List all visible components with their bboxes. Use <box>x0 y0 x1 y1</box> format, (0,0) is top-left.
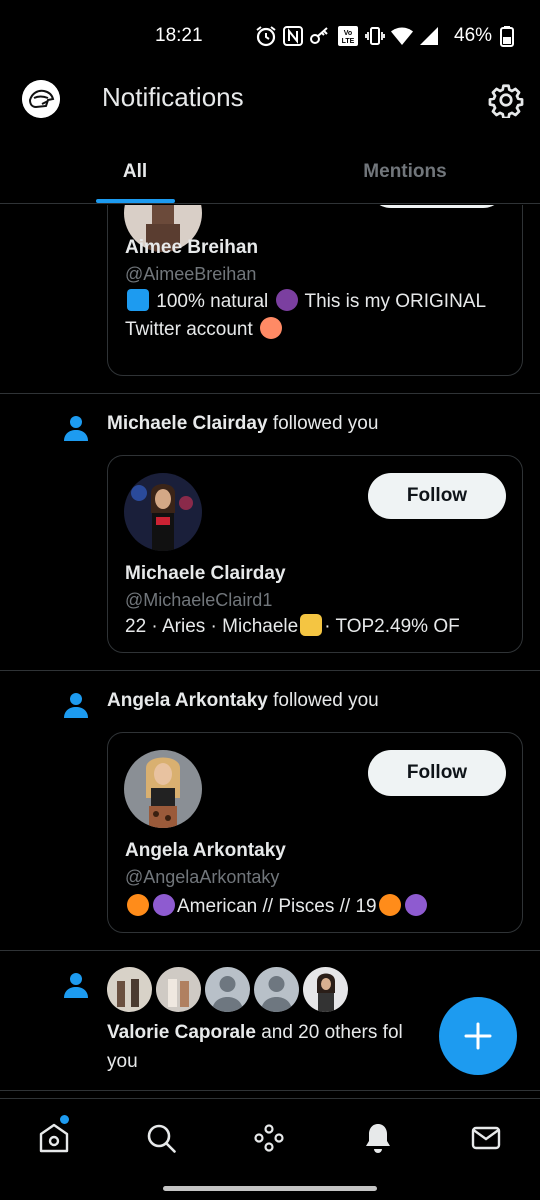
profile-avatar[interactable] <box>22 80 60 118</box>
page-title: Notifications <box>102 82 244 112</box>
user-card-angela[interactable]: Follow Angela Arkontaky @AngelaArkontaky… <box>107 732 523 933</box>
avatar-image <box>22 80 60 118</box>
follower-avatar[interactable] <box>156 967 201 1012</box>
actor-name[interactable]: Michaele Clairday <box>107 413 268 434</box>
user-name: Aimee Breihan <box>125 237 259 258</box>
peach-emoji-icon <box>260 317 283 339</box>
wave-emoji-icon <box>127 289 149 311</box>
user-handle: @AimeeBreihan <box>125 264 257 284</box>
mail-icon <box>471 1126 501 1150</box>
home-icon <box>39 1123 69 1153</box>
bell-icon <box>366 1124 390 1153</box>
eggplant-emoji-icon <box>275 289 298 311</box>
divider <box>0 950 540 951</box>
tab-all[interactable]: All <box>0 140 270 204</box>
follower-avatars <box>107 967 348 1012</box>
divider <box>0 393 540 394</box>
user-bio: 100% natural This is my ORIGINAL Twitter… <box>125 289 486 340</box>
devil-emoji-icon <box>404 894 427 916</box>
notification-text: Angela Arkontaky followed you <box>107 690 379 712</box>
notifications-feed[interactable]: Aimee Breihan @AimeeBreihan 100% natural… <box>0 205 540 1097</box>
tab-all-label: All <box>122 161 148 182</box>
devil-emoji-icon <box>153 894 175 916</box>
settings-button[interactable] <box>488 82 524 120</box>
gear-icon <box>488 84 524 120</box>
nav-spaces[interactable] <box>252 1121 286 1155</box>
divider <box>0 1090 540 1091</box>
key-icon <box>310 27 328 44</box>
user-handle: @AngelaArkontaky <box>125 867 280 887</box>
battery-percent: 46% <box>454 25 493 46</box>
person-icon <box>62 414 90 442</box>
notification-action: followed you <box>272 413 379 434</box>
follow-button[interactable]: Follow <box>368 473 506 519</box>
svg-text:Vo: Vo <box>344 30 352 37</box>
notification-action-cont: you <box>107 1051 138 1072</box>
user-card-aimee[interactable]: Aimee Breihan @AimeeBreihan 100% natural… <box>107 205 523 376</box>
person-icon <box>62 971 90 999</box>
user-card-michaele[interactable]: Follow Michaele Clairday @MichaeleClaird… <box>107 455 523 653</box>
avatar-photo <box>124 750 202 828</box>
battery-icon <box>500 26 514 47</box>
praying-hands-emoji-icon <box>300 614 323 636</box>
tab-mentions[interactable]: Mentions <box>270 140 540 204</box>
user-avatar[interactable] <box>124 750 202 828</box>
divider <box>0 670 540 671</box>
wifi-icon <box>391 27 413 45</box>
user-handle: @MichaeleClaird1 <box>125 590 273 610</box>
fire-emoji-icon <box>127 894 149 916</box>
follower-avatar[interactable] <box>303 967 348 1012</box>
bottom-navigation <box>0 1098 540 1178</box>
notification-action: and 20 others fol <box>261 1022 403 1043</box>
notification-text: Valorie Caporale and 20 others fol you <box>107 1018 447 1076</box>
default-avatar[interactable] <box>254 967 299 1012</box>
status-time: 18:21 <box>155 25 203 46</box>
nav-notifications[interactable] <box>361 1121 395 1155</box>
actor-name[interactable]: Angela Arkontaky <box>107 690 268 711</box>
actor-name[interactable]: Valorie Caporale <box>107 1022 256 1043</box>
vibrate-icon <box>365 27 385 45</box>
user-name: Michaele Clairday <box>125 563 286 584</box>
user-name: Angela Arkontaky <box>125 840 286 861</box>
user-bio: 22 · Aries · Michaele · TOP2.49% OF <box>125 614 460 637</box>
follow-button[interactable] <box>368 205 506 208</box>
spaces-icon <box>254 1124 284 1152</box>
nfc-icon <box>283 26 303 46</box>
home-gesture-bar[interactable] <box>163 1186 377 1191</box>
status-bar: 18:21 Vo LTE 46% <box>0 0 540 70</box>
tab-mentions-label: Mentions <box>363 161 447 182</box>
signal-icon <box>420 27 438 45</box>
user-avatar[interactable] <box>124 473 202 551</box>
notification-action: followed you <box>273 690 379 711</box>
person-icon <box>62 691 90 719</box>
svg-text:LTE: LTE <box>342 38 355 45</box>
notification-text: Michaele Clairday followed you <box>107 413 378 435</box>
volte-icon: VoLTE <box>338 26 358 46</box>
tab-active-indicator <box>96 199 175 203</box>
fire-emoji-icon <box>378 894 401 916</box>
plus-icon <box>464 1022 492 1050</box>
nav-search[interactable] <box>144 1121 178 1155</box>
follower-avatar[interactable] <box>107 967 152 1012</box>
status-icons: Vo LTE <box>255 24 439 48</box>
avatar-photo <box>124 473 202 551</box>
top-app-bar: Notifications <box>0 70 540 130</box>
notification-tabs: All Mentions <box>0 140 540 204</box>
compose-tweet-button[interactable] <box>439 997 517 1075</box>
new-content-dot <box>60 1115 69 1124</box>
user-bio: American // Pisces // 19 <box>125 893 515 921</box>
default-avatar[interactable] <box>205 967 250 1012</box>
search-icon <box>147 1124 176 1153</box>
nav-messages[interactable] <box>469 1121 503 1155</box>
follow-button[interactable]: Follow <box>368 750 506 796</box>
alarm-icon <box>256 26 276 47</box>
nav-home[interactable] <box>37 1121 71 1155</box>
